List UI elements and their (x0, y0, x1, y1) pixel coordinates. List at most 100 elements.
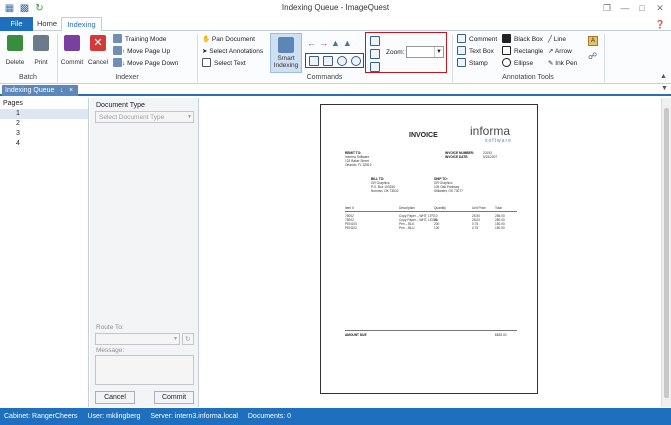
fit-icon[interactable] (370, 49, 380, 59)
chevron-down-icon[interactable]: ▼ (434, 47, 443, 57)
rectangle-icon (502, 46, 511, 55)
page-list-item[interactable]: 3 (0, 129, 88, 139)
group-separator (604, 34, 605, 82)
group-label-commands: Commands (306, 74, 343, 81)
pages-panel: Pages 1 2 3 4 (0, 98, 89, 407)
route-refresh-button[interactable]: ↻ (182, 333, 194, 345)
fit-page-icon[interactable] (309, 56, 319, 66)
table-divider (345, 330, 517, 331)
logo-text: informa (470, 124, 511, 138)
smart-indexing-button[interactable]: Smart Indexing (270, 33, 302, 73)
vertical-scrollbar[interactable] (661, 98, 671, 407)
arrow-icon: ↗ (548, 48, 555, 55)
delete-icon (7, 35, 23, 51)
help-icon[interactable]: ❓ (655, 20, 665, 29)
close-button[interactable]: ✕ (652, 2, 668, 15)
page-list-item[interactable]: 1 (0, 109, 88, 119)
scrollbar-thumb[interactable] (664, 108, 669, 398)
column-header: Item # (345, 206, 354, 210)
zoom-tools-group (305, 53, 364, 68)
title-bar: ▦ ▩ ↻ Indexing Queue - ImageQuest ❐ — □ … (0, 0, 671, 17)
zoom-select[interactable]: ▼ (406, 46, 444, 58)
print-icon (33, 35, 49, 51)
text-box-button[interactable]: Text Box (457, 46, 494, 57)
font-icon[interactable]: A (588, 36, 598, 46)
pan-hand-icon: ✋ (202, 36, 212, 43)
line-button[interactable]: ╱ Line (548, 34, 566, 45)
link-icon[interactable]: ☍ (588, 51, 597, 62)
restore-icon[interactable]: ❐ (599, 2, 615, 15)
status-server: Server: intern3.informa.local (150, 413, 238, 420)
document-type-select[interactable]: Select Document Type ▼ (95, 111, 194, 123)
stamp-icon (457, 58, 466, 67)
select-annotations-button[interactable]: ➤ Select Annotations (202, 46, 263, 57)
rectangle-button[interactable]: Rectangle (502, 46, 543, 57)
delete-button[interactable]: Delete (3, 35, 27, 66)
column-header: Description (399, 206, 415, 210)
ribbon: Delete Print Batch Commit ✕ Cancel Train… (0, 31, 671, 84)
status-cabinet: Cabinet: RangerCheers (4, 413, 78, 420)
stamp-button[interactable]: Stamp (457, 58, 488, 69)
commit-button[interactable]: Commit (60, 35, 84, 66)
status-user: User: mklingberg (87, 413, 141, 420)
prev-page-icon[interactable]: ← (307, 38, 319, 48)
arrow-button[interactable]: ↗ Arrow (548, 46, 572, 57)
rotate-left-icon[interactable]: ▲ (331, 38, 343, 48)
minimize-button[interactable]: — (617, 2, 633, 15)
close-tab-icon[interactable]: × (69, 85, 73, 96)
pin-icon[interactable]: ↓ (60, 85, 64, 96)
group-label-annotation-tools: Annotation Tools (502, 74, 554, 81)
move-page-up-button[interactable]: ↑ Move Page Up (113, 46, 170, 57)
column-header: Unit Price (472, 206, 486, 210)
actual-size-icon[interactable] (370, 62, 380, 72)
column-header: Quantity (434, 206, 446, 210)
route-to-label: Route To: (96, 324, 124, 331)
group-label-batch: Batch (19, 74, 37, 81)
cancel-button[interactable]: ✕ Cancel (86, 35, 110, 66)
zoom-in-icon[interactable] (351, 56, 361, 66)
pages-title: Pages (3, 100, 23, 107)
training-mode-button[interactable]: Training Mode (113, 34, 166, 45)
table-divider (345, 211, 517, 212)
pan-document-button[interactable]: ✋ Pan Document (202, 34, 255, 45)
tab-indexing-queue[interactable]: Indexing Queue ↓ × (2, 85, 78, 96)
route-to-select[interactable]: ▼ (95, 333, 180, 345)
tab-menu-icon[interactable]: ▼ (661, 85, 668, 92)
ellipse-button[interactable]: Ellipse (502, 58, 533, 69)
select-text-button[interactable]: Select Text (202, 58, 246, 69)
invoice-title: INVOICE (409, 132, 438, 139)
tab-indexing[interactable]: Indexing (61, 17, 102, 32)
full-page-icon[interactable] (370, 36, 380, 46)
index-cancel-button[interactable]: Cancel (95, 391, 135, 404)
remit-to-line: Orlando, FL 32810 (345, 163, 372, 167)
ribbon-tabs: File Home Indexing ❓ (0, 17, 671, 32)
status-documents: Documents: 0 (247, 413, 292, 420)
message-textarea[interactable] (95, 355, 194, 385)
page-list-item[interactable]: 4 (0, 139, 88, 149)
move-page-down-icon (113, 58, 122, 67)
fit-width-icon[interactable] (323, 56, 333, 66)
zoom-group: Zoom: ▼ (365, 32, 447, 73)
collapse-ribbon-icon[interactable]: ▲ (660, 73, 667, 80)
zoom-out-icon[interactable] (337, 56, 347, 66)
chevron-down-icon: ▼ (173, 336, 178, 342)
status-bar: Cabinet: RangerCheers User: mklingberg S… (0, 408, 671, 425)
move-page-up-icon (113, 46, 122, 55)
index-commit-button[interactable]: Commit (154, 391, 194, 404)
ink-pen-button[interactable]: ✎ Ink Pen (548, 58, 577, 69)
amount-due: $835.00 (495, 333, 507, 337)
print-button[interactable]: Print (29, 35, 53, 66)
maximize-button[interactable]: □ (634, 2, 650, 15)
rotate-right-icon[interactable]: ▲ (343, 38, 355, 48)
comment-button[interactable]: Comment (457, 34, 497, 45)
group-label-indexer: Indexer (115, 74, 139, 81)
training-mode-icon (113, 34, 122, 43)
column-header: Total (495, 206, 502, 210)
move-page-down-button[interactable]: ↓ Move Page Down (113, 58, 178, 69)
tab-file[interactable]: File (0, 17, 33, 31)
black-box-button[interactable]: Black Box (502, 34, 543, 45)
page-list-item[interactable]: 2 (0, 119, 88, 129)
commit-icon (64, 35, 80, 51)
tab-home[interactable]: Home (33, 17, 61, 31)
next-page-icon[interactable]: → (319, 38, 331, 48)
